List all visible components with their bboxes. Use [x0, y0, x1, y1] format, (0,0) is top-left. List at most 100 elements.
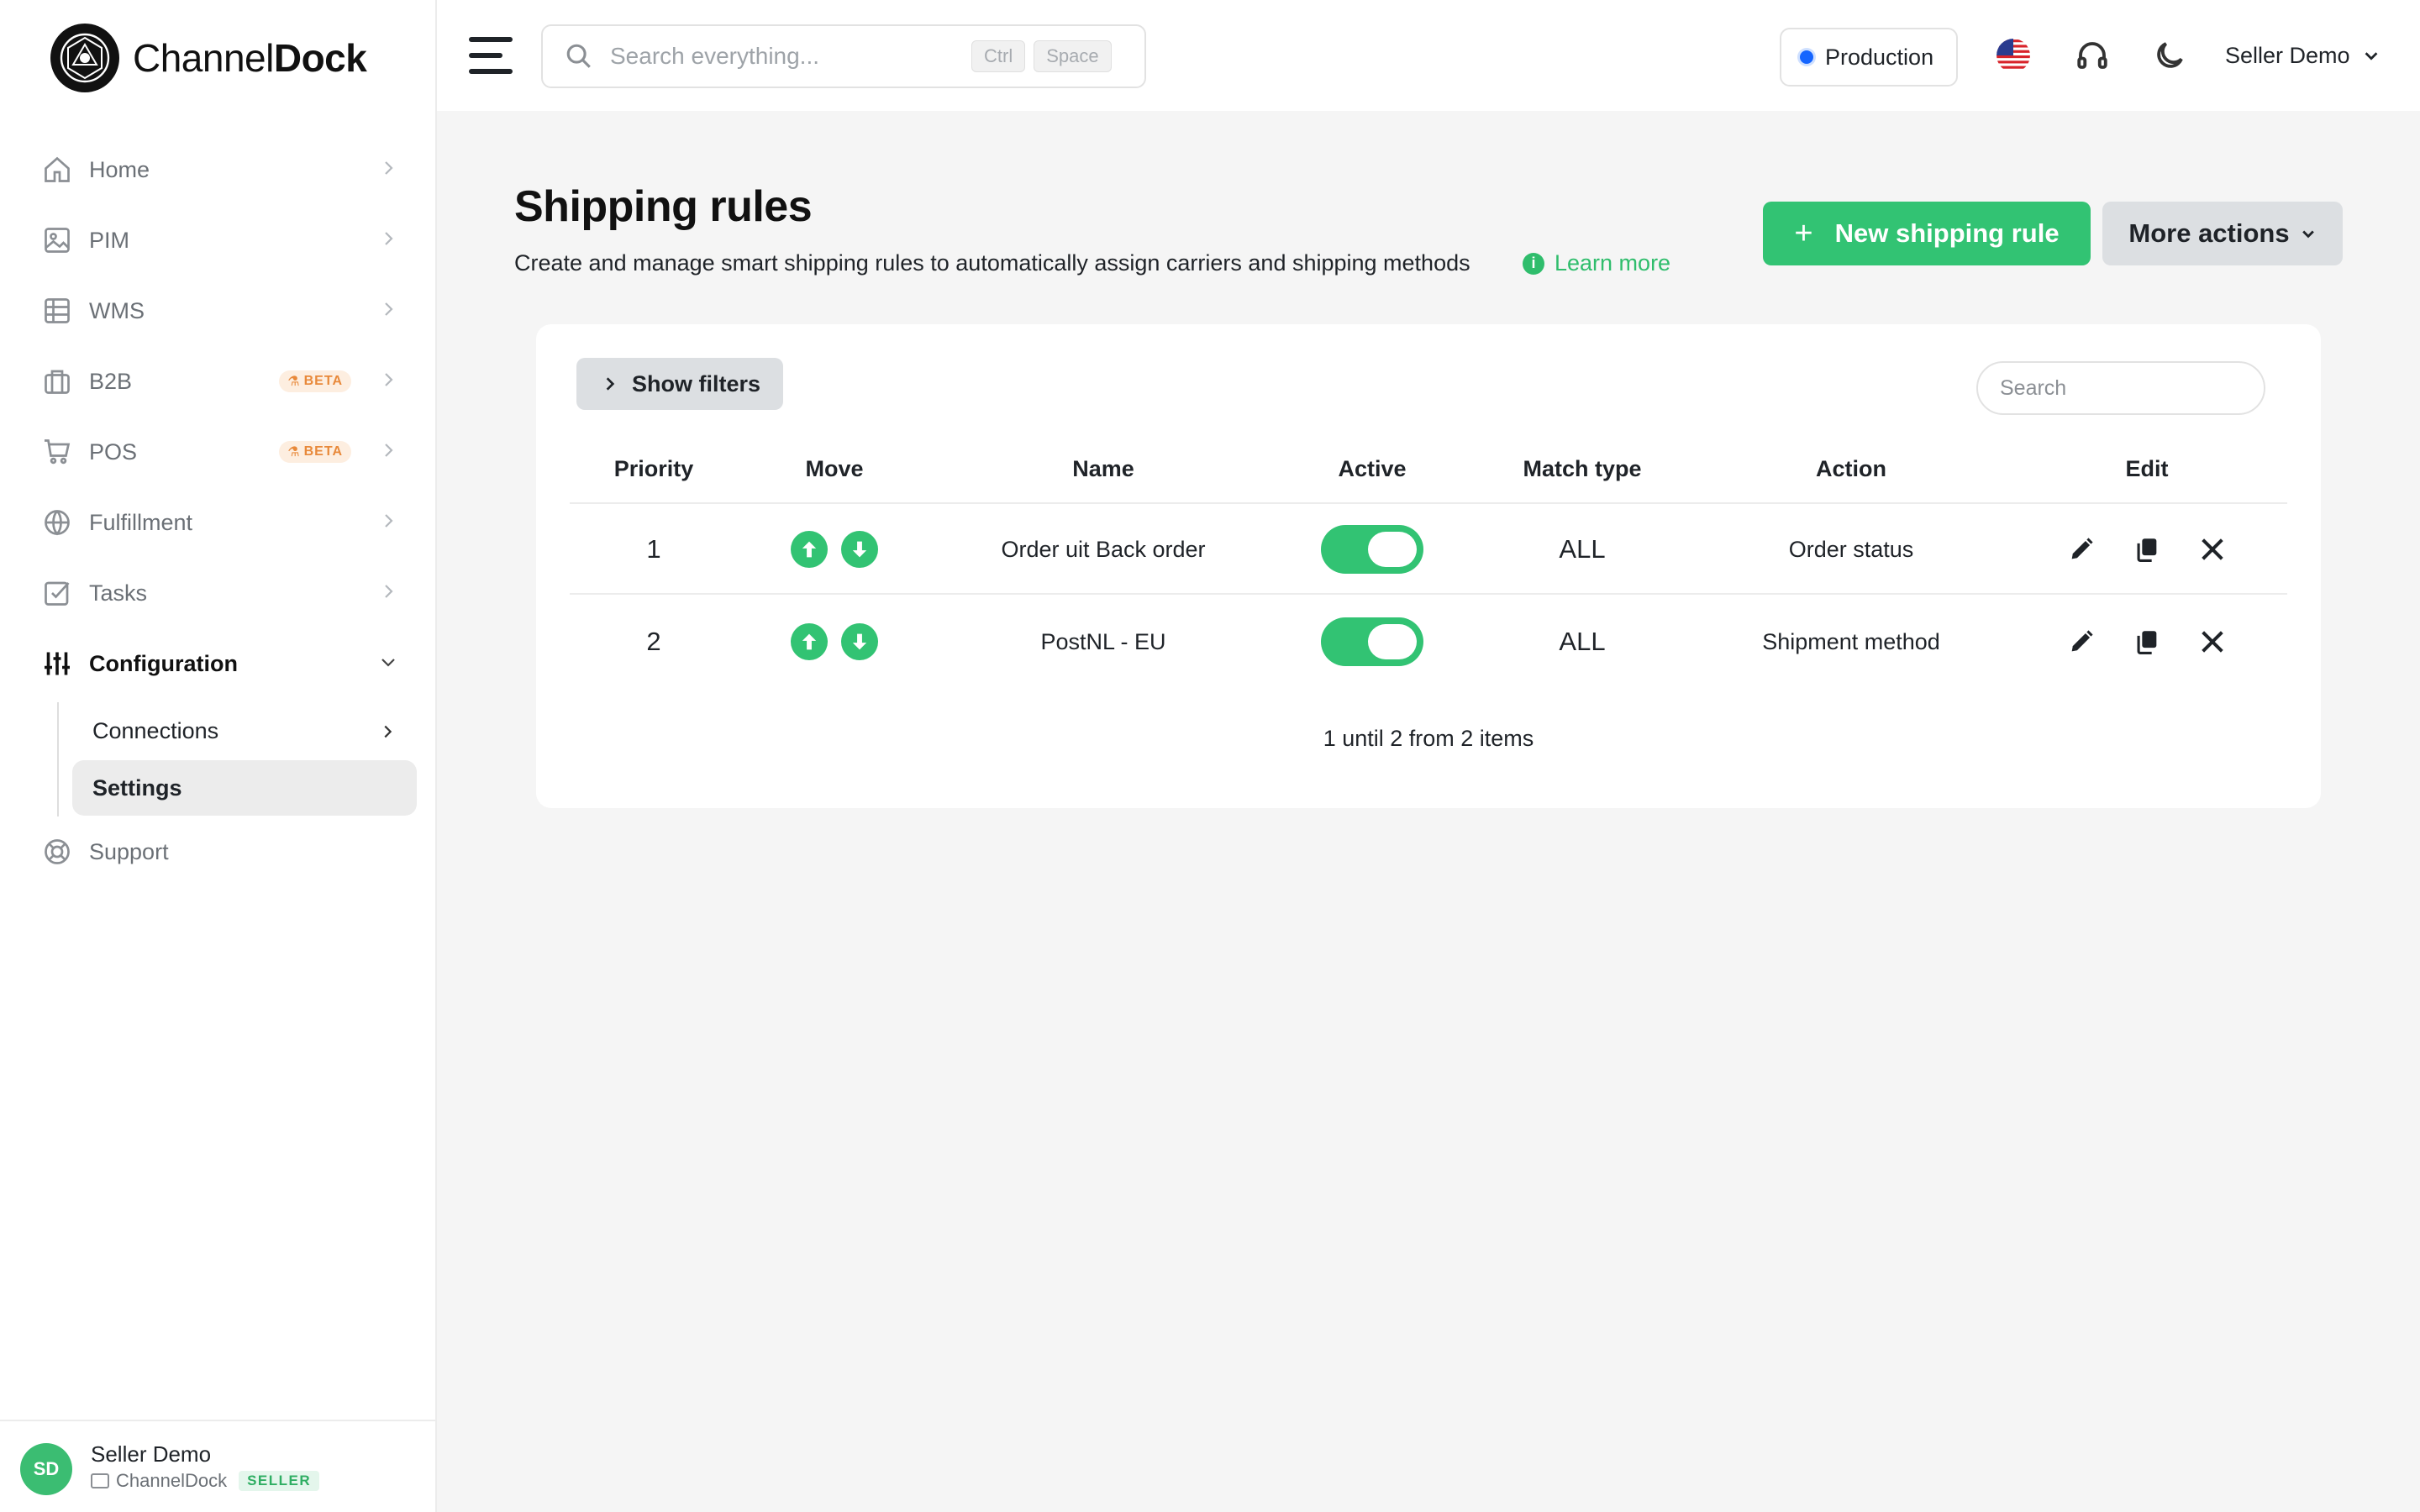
brand-name: ChannelDock	[133, 36, 367, 80]
show-filters-button[interactable]: Show filters	[576, 358, 783, 410]
us-flag-icon[interactable]	[1993, 35, 2033, 76]
logo-mark-icon	[50, 24, 119, 92]
search-icon	[565, 42, 593, 71]
new-shipping-rule-label: New shipping rule	[1834, 218, 2060, 248]
active-toggle[interactable]	[1321, 525, 1423, 574]
column-header-priority[interactable]: Priority	[570, 433, 738, 504]
sidebar-subitem-label: Settings	[92, 774, 182, 801]
sidebar-item-label: Fulfillment	[89, 509, 193, 535]
global-search-input[interactable]	[610, 43, 963, 70]
chevron-down-icon	[2365, 52, 2377, 60]
more-actions-button[interactable]: More actions	[2102, 202, 2343, 265]
sidebar-subitem-label: Connections	[92, 717, 219, 743]
chevron-right-icon	[378, 158, 402, 181]
sidebar-subitem-connections[interactable]: Connections	[72, 703, 417, 759]
lifebuoy-icon	[40, 835, 74, 869]
sidebar-item-configuration[interactable]: Configuration	[40, 638, 402, 689]
sidebar-item-label: POS	[89, 438, 138, 465]
sidebar-item-pim[interactable]: PIM	[40, 215, 402, 265]
match-type-cell: ALL	[1559, 627, 1606, 656]
chevron-down-icon	[378, 652, 402, 675]
move-up-arrow-icon[interactable]	[791, 531, 828, 568]
avatar: SD	[20, 1443, 72, 1495]
sidebar-item-label: Support	[89, 838, 169, 864]
briefcase-icon	[40, 365, 74, 398]
chevron-right-icon	[378, 440, 402, 464]
move-down-arrow-icon[interactable]	[841, 623, 878, 660]
sidebar-item-fulfillment[interactable]: Fulfillment	[40, 497, 402, 548]
column-header-active[interactable]: Active	[1276, 433, 1469, 504]
sidebar-item-support[interactable]: Support	[40, 827, 402, 877]
account-footer[interactable]: SD Seller Demo ChannelDock SELLER	[0, 1420, 437, 1512]
chevron-right-icon	[606, 377, 615, 391]
chevron-down-icon	[2302, 230, 2314, 239]
action-cell: Shipment method	[1762, 628, 1940, 654]
shipping-rules-card: Show filters Priority Move Name Active M…	[536, 324, 2321, 808]
table-header: Priority Move Name Active Match type Act…	[570, 433, 2287, 504]
move-cell	[738, 504, 931, 595]
pencil-icon[interactable]	[2063, 531, 2100, 568]
copy-icon[interactable]	[2128, 531, 2165, 568]
menu-toggle-icon[interactable]	[469, 35, 513, 76]
shortcut-key-space: Space	[1034, 40, 1112, 72]
table-row: 1 Order uit Back order ALL Order status	[570, 504, 2287, 595]
pencil-icon[interactable]	[2063, 623, 2100, 660]
move-up-arrow-icon[interactable]	[791, 623, 828, 660]
sidebar-item-home[interactable]: Home	[40, 144, 402, 195]
dark-mode-moon-icon[interactable]	[2149, 35, 2190, 76]
table-row: 2 PostNL - EU ALL Shipment method	[570, 596, 2287, 687]
priority-cell: 1	[646, 534, 661, 564]
global-search[interactable]: Ctrl Space	[541, 24, 1146, 88]
delete-x-icon[interactable]	[2194, 623, 2231, 660]
role-badge: SELLER	[239, 1471, 320, 1491]
sidebar-item-pos[interactable]: POS ⚗ BETA	[40, 427, 402, 477]
column-header-edit: Edit	[2125, 455, 2169, 481]
sidebar: ChannelDock Home PIM WMS B2B ⚗ BETA POS ⚗…	[0, 0, 437, 1512]
chevron-right-icon	[378, 511, 402, 534]
user-menu[interactable]: Seller Demo	[2225, 35, 2381, 76]
info-icon: i	[1523, 252, 1544, 275]
move-down-arrow-icon[interactable]	[841, 531, 878, 568]
toggle-knob	[1368, 532, 1417, 567]
chevron-right-icon	[378, 228, 402, 252]
sidebar-item-tasks[interactable]: Tasks	[40, 568, 402, 618]
top-bar: Ctrl Space Production Seller Demo	[437, 0, 2420, 111]
home-icon	[40, 153, 74, 186]
table-search-input[interactable]	[1976, 361, 2265, 415]
match-type-cell: ALL	[1559, 534, 1606, 564]
sidebar-item-label: Configuration	[89, 650, 238, 676]
grid-icon	[40, 294, 74, 328]
shortcut-key-ctrl: Ctrl	[971, 40, 1026, 72]
sidebar-item-wms[interactable]: WMS	[40, 286, 402, 336]
chevron-right-icon	[378, 299, 402, 323]
learn-more-label: Learn more	[1555, 250, 1671, 276]
channeldock-logo[interactable]: ChannelDock	[50, 24, 367, 92]
environment-switch[interactable]: Production	[1780, 28, 1958, 87]
globe-icon	[40, 506, 74, 539]
page-description: Create and manage smart shipping rules t…	[514, 250, 1470, 276]
edit-cell	[2007, 504, 2287, 595]
beta-badge: ⚗ BETA	[279, 370, 351, 392]
headset-icon[interactable]	[2072, 35, 2112, 76]
copy-icon[interactable]	[2128, 623, 2165, 660]
sidebar-item-label: PIM	[89, 227, 130, 253]
learn-more-link[interactable]: i Learn more	[1523, 250, 1670, 276]
sidebar-item-label: WMS	[89, 297, 145, 323]
rule-name-cell: Order uit Back order	[1001, 536, 1206, 562]
sidebar-subitem-settings[interactable]: Settings	[72, 760, 417, 816]
flask-icon: ⚗	[287, 445, 301, 459]
column-header-name[interactable]: Name	[931, 433, 1276, 504]
sidebar-item-b2b[interactable]: B2B ⚗ BETA	[40, 356, 402, 407]
new-shipping-rule-button[interactable]: + New shipping rule	[1763, 202, 2091, 265]
pagination-summary: 1 until 2 from 2 items	[1323, 726, 1534, 751]
column-header-move: Move	[805, 455, 864, 481]
sliders-icon	[40, 647, 74, 680]
column-header-match-type[interactable]: Match type	[1469, 433, 1696, 504]
page-title: Shipping rules	[514, 182, 813, 231]
environment-status-dot	[1800, 50, 1813, 64]
active-toggle[interactable]	[1321, 617, 1423, 666]
account-org-name: ChannelDock	[116, 1470, 228, 1491]
column-header-action[interactable]: Action	[1696, 433, 2007, 504]
delete-x-icon[interactable]	[2194, 531, 2231, 568]
show-filters-label: Show filters	[632, 370, 761, 396]
